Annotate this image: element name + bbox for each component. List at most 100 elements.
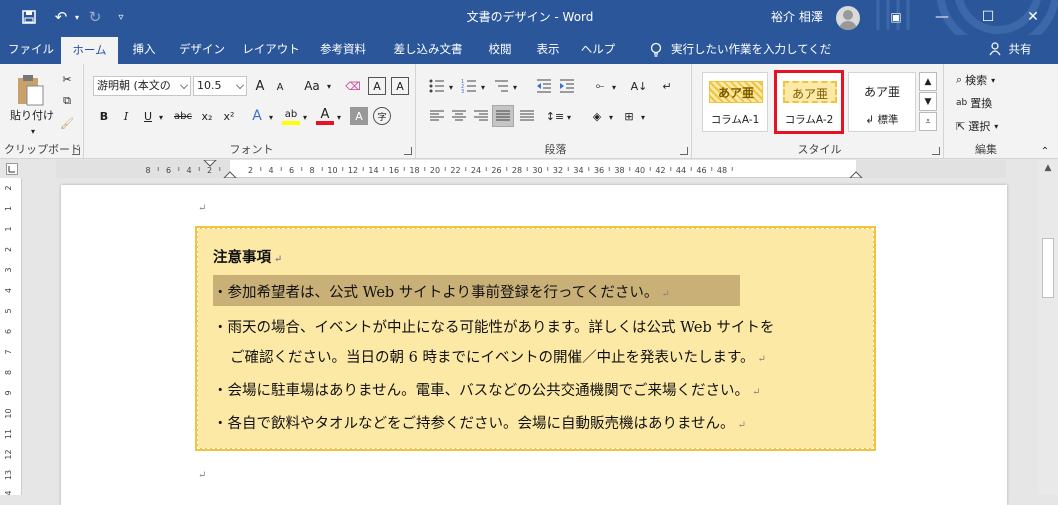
- style-scroll-down-icon[interactable]: ▼: [919, 92, 937, 111]
- align-right-icon[interactable]: [472, 107, 490, 125]
- numbering-icon[interactable]: 123: [460, 77, 478, 95]
- user-name[interactable]: 裕介 相澤: [771, 0, 823, 35]
- scroll-up-icon[interactable]: ▲: [1038, 160, 1058, 176]
- strikethrough-button[interactable]: abc: [172, 107, 194, 125]
- sort-icon[interactable]: A↓: [630, 77, 648, 95]
- customize-toolbar-icon[interactable]: ▿: [110, 6, 132, 28]
- tab-layout[interactable]: レイアウト: [240, 35, 302, 64]
- find-button[interactable]: ⌕ 検索 ▾: [956, 71, 1022, 89]
- format-painter-icon[interactable]: 🖌: [58, 114, 76, 132]
- superscript-button[interactable]: x²: [220, 107, 238, 125]
- align-center-icon[interactable]: [450, 107, 468, 125]
- borders-icon[interactable]: ⊞: [620, 107, 638, 125]
- maximize-button[interactable]: ☐: [965, 0, 1011, 35]
- subscript-button[interactable]: x₂: [198, 107, 216, 125]
- tab-help[interactable]: ヘルプ: [578, 35, 618, 64]
- body-line-4[interactable]: ・会場に駐車場はありません。電車、バスなどの公共交通機関でご来場ください。 ↵: [213, 379, 760, 400]
- ribbon-display-icon[interactable]: ▣: [873, 0, 919, 35]
- decrease-indent-icon[interactable]: [535, 77, 553, 95]
- change-case-button[interactable]: Aa: [300, 77, 324, 95]
- paragraph-launcher-icon[interactable]: [680, 147, 688, 155]
- font-size-combo[interactable]: 10.5: [193, 76, 247, 96]
- font-launcher-icon[interactable]: [404, 147, 412, 155]
- horizontal-ruler[interactable]: 8 6 4 2 2 4 6 8 10 12 14 16 18 20 22 24 26 28 30 32 34 36 38 40…: [56, 160, 1006, 178]
- paste-icon[interactable]: [10, 70, 50, 110]
- paste-label[interactable]: 貼り付け: [6, 108, 58, 122]
- font-color-icon[interactable]: A: [316, 107, 334, 125]
- minimize-button[interactable]: —: [919, 0, 965, 35]
- clear-formatting-icon[interactable]: ⌫: [344, 77, 362, 95]
- grow-font-button[interactable]: A: [251, 77, 269, 95]
- line-spacing-dropdown-icon[interactable]: ▾: [565, 110, 573, 124]
- redo-icon[interactable]: ↻: [84, 6, 106, 28]
- multilevel-dropdown-icon[interactable]: ▾: [511, 80, 519, 94]
- vertical-scrollbar[interactable]: ▲: [1038, 160, 1058, 495]
- tab-review[interactable]: 校閲: [480, 35, 520, 64]
- tab-view[interactable]: 表示: [528, 35, 568, 64]
- character-border-button[interactable]: A: [391, 77, 409, 95]
- line-spacing-icon[interactable]: ↕≡: [546, 107, 564, 125]
- cut-icon[interactable]: ✂: [58, 70, 76, 88]
- increase-indent-icon[interactable]: [558, 77, 576, 95]
- shading-bucket-icon[interactable]: ◈: [588, 107, 606, 125]
- shrink-font-button[interactable]: A: [272, 79, 288, 95]
- underline-dropdown-icon[interactable]: ▾: [156, 110, 166, 124]
- tab-selector-icon[interactable]: [6, 163, 18, 175]
- multilevel-list-icon[interactable]: [492, 77, 510, 95]
- share-button[interactable]: 共有: [1005, 35, 1035, 64]
- tab-design[interactable]: デザイン: [172, 35, 232, 64]
- select-button[interactable]: ⇱ 選択 ▾: [956, 117, 1022, 135]
- save-icon[interactable]: [18, 6, 40, 28]
- highlight-icon[interactable]: ab: [282, 107, 300, 125]
- asian-layout-icon[interactable]: ⟜: [590, 77, 610, 95]
- tell-me-box[interactable]: 実行したい作業を入力してください: [671, 35, 841, 85]
- distribute-icon[interactable]: [518, 107, 536, 125]
- show-marks-icon[interactable]: ↵: [658, 77, 676, 95]
- asian-layout-dropdown-icon[interactable]: ▾: [610, 80, 618, 94]
- bold-button[interactable]: B: [96, 107, 112, 125]
- tab-references[interactable]: 参考資料: [310, 35, 376, 64]
- enclose-characters-icon[interactable]: 字: [373, 107, 391, 125]
- text-effects-icon[interactable]: A: [248, 107, 266, 125]
- tab-insert[interactable]: 挿入: [124, 35, 164, 64]
- replace-button[interactable]: ab 置換: [956, 94, 1022, 112]
- case-dropdown-icon[interactable]: ▾: [324, 79, 334, 93]
- styles-launcher-icon[interactable]: [932, 147, 940, 155]
- vertical-ruler[interactable]: 211234567891011121314: [0, 178, 22, 495]
- tab-mailings[interactable]: 差し込み文書: [384, 35, 472, 64]
- style-column-a2[interactable]: あア亜 コラムA-2: [774, 70, 844, 134]
- copy-icon[interactable]: ⧉: [58, 92, 76, 110]
- style-gallery-more-icon[interactable]: ⩡: [919, 112, 937, 131]
- close-button[interactable]: ✕: [1010, 0, 1056, 35]
- style-scroll-up-icon[interactable]: ▲: [919, 72, 937, 91]
- shading-dropdown-icon[interactable]: ▾: [607, 110, 615, 124]
- highlight-dropdown-icon[interactable]: ▾: [300, 110, 310, 124]
- style-normal[interactable]: あア亜 ↲ 標準: [848, 72, 916, 132]
- avatar[interactable]: [836, 6, 860, 30]
- collapse-ribbon-icon[interactable]: ⌃: [1036, 144, 1054, 158]
- align-left-icon[interactable]: [428, 107, 446, 125]
- bullets-dropdown-icon[interactable]: ▾: [447, 80, 455, 94]
- body-line-2[interactable]: ・雨天の場合、イベントが中止になる可能性があります。詳しくは公式 Web サイト…: [213, 316, 774, 337]
- bullets-icon[interactable]: [428, 77, 446, 95]
- body-line-1[interactable]: ・参加希望者は、公式 Web サイトより事前登録を行ってください。 ↵: [213, 281, 670, 302]
- tab-file[interactable]: ファイル: [6, 35, 56, 64]
- heading-text[interactable]: 注意事項 ↵: [213, 246, 282, 267]
- justify-icon[interactable]: [492, 105, 514, 127]
- character-shading-button[interactable]: A: [368, 77, 386, 95]
- scroll-thumb[interactable]: [1042, 238, 1054, 298]
- shading-icon[interactable]: A: [350, 107, 368, 125]
- italic-button[interactable]: I: [118, 107, 134, 125]
- tab-home[interactable]: ホーム: [61, 37, 118, 64]
- text-effects-dropdown-icon[interactable]: ▾: [266, 110, 276, 124]
- borders-dropdown-icon[interactable]: ▾: [639, 110, 647, 124]
- body-line-3[interactable]: ご確認ください。当日の朝 6 時までにイベントの開催／中止を発表いたします。 ↵: [230, 346, 766, 367]
- paste-dropdown-icon[interactable]: ▾: [26, 124, 40, 138]
- clipboard-launcher-icon[interactable]: [72, 147, 80, 155]
- font-color-dropdown-icon[interactable]: ▾: [334, 110, 344, 124]
- font-name-combo[interactable]: 游明朝 (本文の: [93, 76, 191, 96]
- person-icon[interactable]: [988, 35, 1002, 64]
- body-line-5[interactable]: ・各自で飲料やタオルなどをご持参ください。会場に自動販売機はありません。 ↵: [213, 412, 746, 433]
- underline-button[interactable]: U: [140, 107, 156, 125]
- style-column-a1[interactable]: あア亜 コラムA-1: [702, 72, 768, 132]
